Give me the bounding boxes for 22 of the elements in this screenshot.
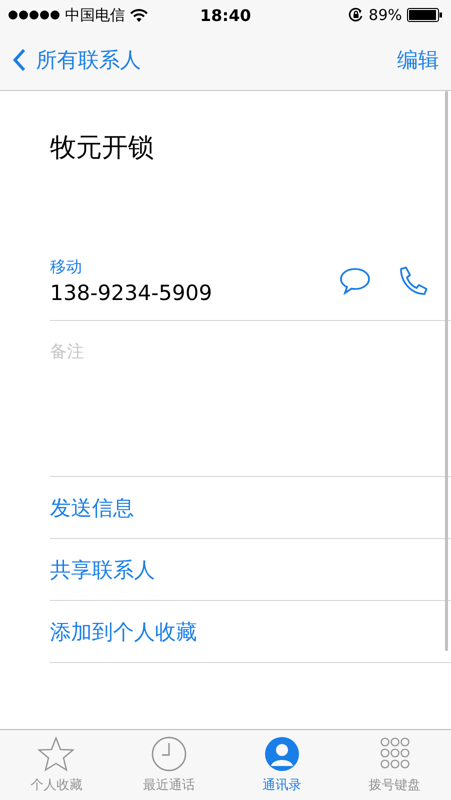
phone-icon[interactable] — [397, 266, 429, 296]
star-icon — [37, 736, 76, 772]
contact-icon — [264, 736, 300, 772]
message-icon[interactable] — [339, 266, 371, 294]
carrier-name: 中国电信 — [65, 6, 125, 24]
tab-item[interactable]: 拨号键盘 — [338, 730, 451, 800]
battery-icon — [407, 8, 443, 22]
battery-percent: 89% — [368, 6, 402, 24]
back-button[interactable]: 所有联系人 — [12, 46, 141, 74]
signal-icon — [8, 10, 60, 20]
edit-button[interactable]: 编辑 — [397, 46, 439, 74]
phone-number[interactable]: 138-9234-5909 — [50, 280, 212, 304]
contact-name: 牧元开锁 — [50, 132, 155, 165]
phone-label: 移动 — [50, 256, 82, 278]
chevron-left-icon — [12, 48, 26, 72]
clock-icon — [151, 736, 188, 772]
tab-item[interactable]: 最近通话 — [112, 730, 226, 800]
rotation-lock-icon — [348, 7, 364, 23]
tab-item[interactable]: 个人收藏 — [0, 730, 113, 800]
wifi-icon — [130, 8, 148, 22]
status-time: 18:40 — [200, 6, 251, 24]
tab-item[interactable]: 通讯录 — [226, 730, 338, 800]
